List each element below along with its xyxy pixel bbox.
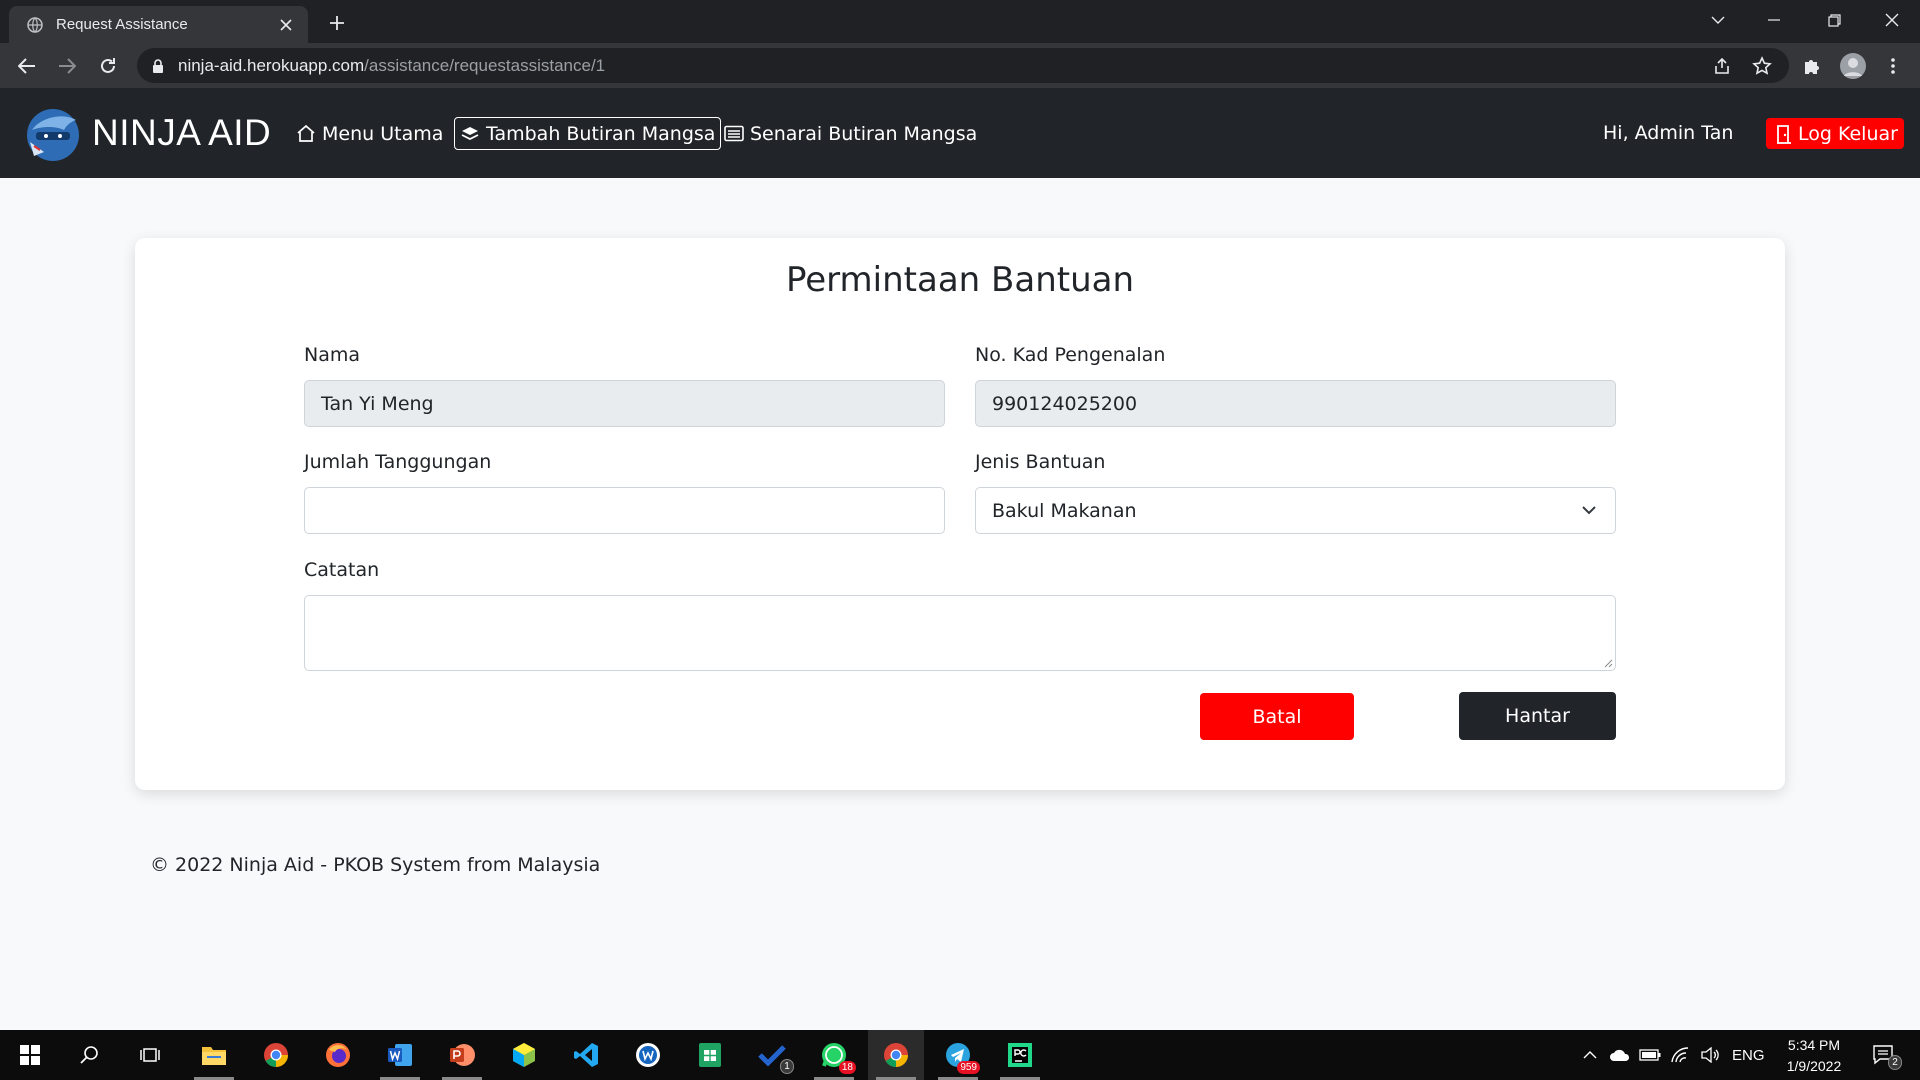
whatsapp-badge: 18 [838, 1061, 856, 1074]
notification-center-icon[interactable]: 2 [1864, 1030, 1904, 1080]
volume-icon[interactable] [1696, 1030, 1724, 1080]
tab-title: Request Assistance [56, 16, 188, 33]
address-bar[interactable]: ninja-aid.herokuapp.com/assistance/reque… [137, 48, 1789, 83]
aid-type-select[interactable]: Bakul Makanan [975, 487, 1616, 534]
request-assistance-card: Permintaan Bantuan Nama Tan Yi Meng No. … [135, 238, 1785, 790]
telegram-badge: 959 [957, 1061, 980, 1074]
nav-tambah-butiran-mangsa[interactable]: Tambah Butiran Mangsa [454, 117, 722, 150]
windows-start-icon[interactable] [2, 1030, 58, 1080]
nav-menu-utama-label: Menu Utama [322, 122, 444, 145]
notification-count-badge: 2 [1888, 1055, 1902, 1070]
page-title: Permintaan Bantuan [785, 260, 1135, 300]
app-w-icon[interactable] [620, 1030, 676, 1080]
cancel-button[interactable]: Batal [1200, 693, 1354, 740]
tab-search-chevron-icon[interactable] [1690, 0, 1746, 40]
search-icon[interactable] [62, 1030, 118, 1080]
name-field[interactable]: Tan Yi Meng [304, 380, 945, 427]
globe-icon [26, 16, 44, 34]
browser-toolbar: ninja-aid.herokuapp.com/assistance/reque… [0, 43, 1920, 88]
cancel-button-label: Batal [1252, 705, 1302, 728]
task-view-icon[interactable] [122, 1030, 178, 1080]
windows-taskbar: 1 18 959 ENG 5:34 PM 1/9/2022 2 [0, 1030, 1920, 1080]
footer-copyright: © 2022 Ninja Aid - PKOB System from Mala… [150, 854, 601, 876]
dependents-label: Jumlah Tanggungan [304, 451, 492, 473]
notes-label: Catatan [304, 559, 380, 581]
aid-type-selected-value: Bakul Makanan [992, 499, 1137, 522]
chrome-icon[interactable] [248, 1030, 304, 1080]
file-explorer-icon[interactable] [186, 1030, 242, 1080]
url-text: ninja-aid.herokuapp.com/assistance/reque… [178, 55, 606, 75]
name-label: Nama [304, 344, 361, 366]
battery-icon[interactable] [1636, 1030, 1664, 1080]
brand-name: NINJA AID [92, 112, 272, 153]
share-icon[interactable] [1709, 53, 1735, 79]
ic-number-value: 990124025200 [992, 392, 1138, 415]
browser-titlebar: Request Assistance [0, 0, 1920, 43]
extensions-puzzle-icon[interactable] [1796, 50, 1828, 82]
close-window-icon[interactable] [1864, 0, 1920, 40]
close-tab-icon[interactable] [276, 15, 296, 35]
ninja-logo-icon [27, 109, 79, 161]
todo-badge: 1 [780, 1059, 794, 1074]
app-cube-icon[interactable] [496, 1030, 552, 1080]
dependents-input[interactable] [304, 487, 945, 534]
notes-textarea[interactable] [304, 595, 1616, 671]
firefox-icon[interactable] [310, 1030, 366, 1080]
telegram-icon[interactable]: 959 [930, 1030, 986, 1080]
browser-tab[interactable]: Request Assistance [9, 6, 308, 43]
reload-icon[interactable] [92, 50, 124, 82]
clock-time: 5:34 PM [1787, 1037, 1841, 1053]
profile-avatar[interactable] [1837, 50, 1869, 82]
word-icon[interactable] [372, 1030, 428, 1080]
pycharm-icon[interactable] [992, 1030, 1048, 1080]
bookmark-star-icon[interactable] [1749, 53, 1775, 79]
ic-number-label: No. Kad Pengenalan [975, 344, 1166, 366]
layers-icon [461, 126, 479, 140]
app-navbar: NINJA AID Menu Utama Tambah Butiran Mang… [0, 88, 1920, 178]
whatsapp-icon[interactable]: 18 [806, 1030, 862, 1080]
nav-senarai-butiran-mangsa-label: Senarai Butiran Mangsa [750, 122, 978, 145]
wifi-icon[interactable] [1666, 1030, 1694, 1080]
logout-button[interactable]: Log Keluar [1766, 118, 1904, 149]
chevron-down-icon [1582, 506, 1596, 515]
nav-senarai-butiran-mangsa[interactable]: Senarai Butiran Mangsa [719, 117, 982, 150]
restore-icon[interactable] [1806, 0, 1862, 40]
home-icon [297, 124, 315, 142]
brand[interactable]: NINJA AID [22, 102, 271, 164]
google-sheets-icon[interactable] [682, 1030, 738, 1080]
resize-handle-icon[interactable] [1603, 658, 1613, 668]
onedrive-cloud-icon[interactable] [1606, 1030, 1634, 1080]
lock-icon [153, 58, 163, 73]
submit-button[interactable]: Hantar [1459, 692, 1616, 740]
logout-label: Log Keluar [1798, 122, 1898, 145]
browser-menu-icon[interactable] [1877, 50, 1909, 82]
list-card-icon [724, 125, 744, 142]
forward-arrow-icon[interactable] [51, 50, 83, 82]
todo-checkmark-icon[interactable]: 1 [744, 1030, 800, 1080]
ic-number-field[interactable]: 990124025200 [975, 380, 1616, 427]
door-icon [1777, 124, 1791, 144]
name-value: Tan Yi Meng [321, 392, 434, 415]
nav-tambah-butiran-mangsa-label: Tambah Butiran Mangsa [486, 122, 716, 145]
new-tab-icon[interactable] [323, 9, 351, 37]
aid-type-label: Jenis Bantuan [975, 451, 1106, 473]
vscode-icon[interactable] [558, 1030, 614, 1080]
language-indicator[interactable]: ENG [1732, 1047, 1765, 1064]
taskbar-clock[interactable]: 5:34 PM 1/9/2022 [1778, 1035, 1850, 1077]
chrome-active-icon[interactable] [868, 1030, 924, 1080]
nav-menu-utama[interactable]: Menu Utama [291, 117, 448, 150]
powerpoint-icon[interactable] [434, 1030, 490, 1080]
clock-date: 1/9/2022 [1786, 1058, 1842, 1074]
back-arrow-icon[interactable] [11, 50, 43, 82]
minimize-icon[interactable] [1746, 0, 1802, 40]
submit-button-label: Hantar [1505, 705, 1570, 727]
user-greeting: Hi, Admin Tan [1603, 122, 1734, 144]
show-hidden-icons-chevron-icon[interactable] [1578, 1030, 1602, 1080]
